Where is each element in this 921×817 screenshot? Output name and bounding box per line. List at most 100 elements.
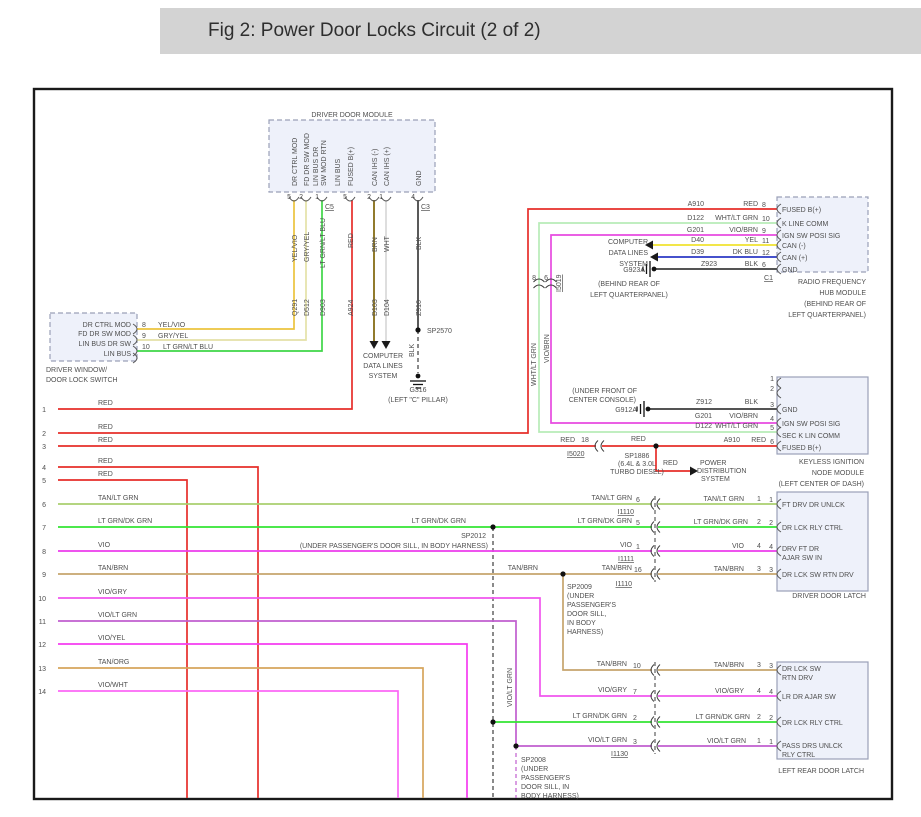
diagram-label: COMPUTER bbox=[363, 353, 403, 360]
diagram-label: FD DR SW MOD bbox=[78, 331, 131, 338]
diagram-label: BLK bbox=[409, 343, 416, 357]
diagram-label: RED bbox=[560, 437, 575, 444]
diagram-label: IGN SW POSI SIG bbox=[782, 421, 840, 428]
diagram-label: VIO/GRY bbox=[598, 687, 627, 694]
diagram-label: DRIVER DOOR LATCH bbox=[792, 593, 866, 600]
diagram-label: LEFT REAR DOOR LATCH bbox=[778, 768, 864, 775]
diagram-label: 1 bbox=[757, 738, 761, 745]
diagram-label: 9 bbox=[42, 572, 46, 579]
diagram-label: 7 bbox=[633, 689, 637, 696]
diagram-label: I1110 bbox=[616, 581, 633, 588]
diagram-label: RTN DRV bbox=[782, 675, 813, 682]
g923a-ground bbox=[651, 266, 657, 272]
diagram-label: 12 bbox=[762, 250, 770, 257]
diagram-label: (UNDER bbox=[521, 766, 548, 773]
diagram-label: VIO/LT GRN bbox=[588, 737, 627, 744]
diagram-label: 3 bbox=[769, 663, 773, 670]
figure-page: Fig 2: Power Door Locks Circuit (2 of 2)… bbox=[0, 0, 921, 817]
diagram-label: 1 bbox=[315, 194, 319, 201]
diagram-label: I5020 bbox=[567, 451, 585, 458]
diagram-label: FUSED B(+) bbox=[782, 207, 821, 214]
wire-vio-yel bbox=[58, 643, 468, 798]
diagram-label: RED bbox=[631, 436, 646, 443]
diagram-label: VIO/WHT bbox=[98, 682, 129, 689]
diagram-label: 2 bbox=[769, 715, 773, 722]
diagram-label: (UNDER bbox=[567, 593, 594, 600]
diagram-label: (BEHIND REAR OF bbox=[598, 281, 660, 288]
diagram-label: VIO/BRN bbox=[729, 413, 758, 420]
computer-data-lines-arrow-wht bbox=[381, 341, 391, 349]
diagram-label: 10 bbox=[633, 663, 641, 670]
diagram-label: DR LCK RLY CTRL bbox=[782, 525, 843, 532]
diagram-label: DR LCK SW bbox=[782, 666, 821, 673]
diagram-label: 4 bbox=[770, 416, 774, 423]
diagram-label: SP2570 bbox=[427, 328, 452, 335]
diagram-label: 6 bbox=[42, 502, 46, 509]
diagram-label: G201 bbox=[695, 413, 712, 420]
diagram-label: VIO bbox=[620, 542, 633, 549]
diagram-label: C1 bbox=[764, 275, 773, 282]
diagram-label: 5 bbox=[636, 520, 640, 527]
diagram-label: 3 bbox=[770, 402, 774, 409]
diagram-label: 3 bbox=[633, 739, 637, 746]
diagram-label: KEYLESS IGNITION bbox=[799, 459, 864, 466]
diagram-label: GRY/YEL bbox=[158, 333, 188, 340]
diagram-label: SEC K LIN COMM bbox=[782, 433, 840, 440]
diagram-label: DR LCK SW RTN DRV bbox=[782, 572, 854, 579]
diagram-label: FUSED B(+) bbox=[782, 445, 821, 452]
diagram-label: VIO/LT GRN bbox=[507, 668, 514, 707]
diagram-label: IN BODY bbox=[567, 620, 596, 627]
diagram-label: LR DR AJAR SW bbox=[782, 694, 836, 701]
diagram-label: TAN/BRN bbox=[98, 565, 128, 572]
diagram-label: DATA LINES bbox=[609, 250, 649, 257]
diagram-label: 8 bbox=[532, 275, 536, 282]
diagram-label: 11 bbox=[762, 238, 769, 245]
diagram-label: SP2012 bbox=[461, 533, 486, 540]
splice-sp2009 bbox=[560, 571, 566, 577]
diagram-label: 5 bbox=[42, 478, 46, 485]
diagram-label: LT GRN/DK GRN bbox=[696, 714, 750, 721]
diagram-label: SYSTEM bbox=[369, 373, 398, 380]
diagram-label: YEL/VIO bbox=[158, 322, 186, 329]
diagram-label: 2 bbox=[42, 431, 46, 438]
diagram-label: PASSENGER'S bbox=[521, 775, 570, 782]
diagram-label: VIO/BRN bbox=[544, 334, 551, 363]
splice-junction-green bbox=[490, 719, 496, 725]
diagram-label: YEL/VIO bbox=[292, 234, 299, 262]
diagram-label: TAN/LT GRN bbox=[704, 496, 744, 503]
splice-sp1886 bbox=[653, 443, 659, 449]
diagram-label: SP2009 bbox=[567, 584, 592, 591]
diagram-label: TAN/LT GRN bbox=[98, 495, 138, 502]
diagram-label: 1 bbox=[42, 407, 46, 414]
diagram-label: BRN bbox=[372, 237, 379, 252]
diagram-label: 18 bbox=[581, 437, 589, 444]
diagram-label: 4 bbox=[769, 689, 773, 696]
diagram-label: PASS DRS UNLCK bbox=[782, 743, 843, 750]
diagram-label: 8 bbox=[762, 202, 766, 209]
diagram-label: D103 bbox=[372, 299, 379, 316]
diagram-label: G923A bbox=[623, 267, 645, 274]
diagram-label: 6 bbox=[544, 275, 548, 282]
diagram-label: 1 bbox=[770, 376, 774, 383]
diagram-label: LT GRN/DK GRN bbox=[573, 713, 627, 720]
diagram-label: RED bbox=[348, 233, 355, 248]
diagram-label: 2 bbox=[769, 520, 773, 527]
diagram-label: (UNDER FRONT OF bbox=[572, 388, 637, 395]
diagram-label: 13 bbox=[38, 666, 46, 673]
diagram-label: 5 bbox=[343, 194, 347, 201]
diagram-label: TAN/BRN bbox=[714, 566, 744, 573]
diagram-label: (6.4L & 3.0L bbox=[618, 461, 656, 468]
diagram-label: I1130 bbox=[611, 751, 628, 758]
diagram-label: 3 bbox=[42, 444, 46, 451]
diagram-label: 5 bbox=[287, 194, 291, 201]
diagram-label: 6 bbox=[762, 262, 766, 269]
diagram-label: DR CTRL MOD bbox=[292, 138, 299, 186]
diagram-label: TAN/LT GRN bbox=[592, 495, 632, 502]
diagram-label: SP1886 bbox=[625, 453, 650, 460]
diagram-label: LIN BUS bbox=[104, 351, 132, 358]
diagram-label: 9 bbox=[762, 228, 766, 235]
diagram-label: RED bbox=[663, 460, 678, 467]
keyless-ignition-node-module-box bbox=[776, 376, 869, 455]
diagram-label: FUSED B(+) bbox=[348, 147, 355, 186]
diagram-label: BLK bbox=[416, 236, 423, 250]
